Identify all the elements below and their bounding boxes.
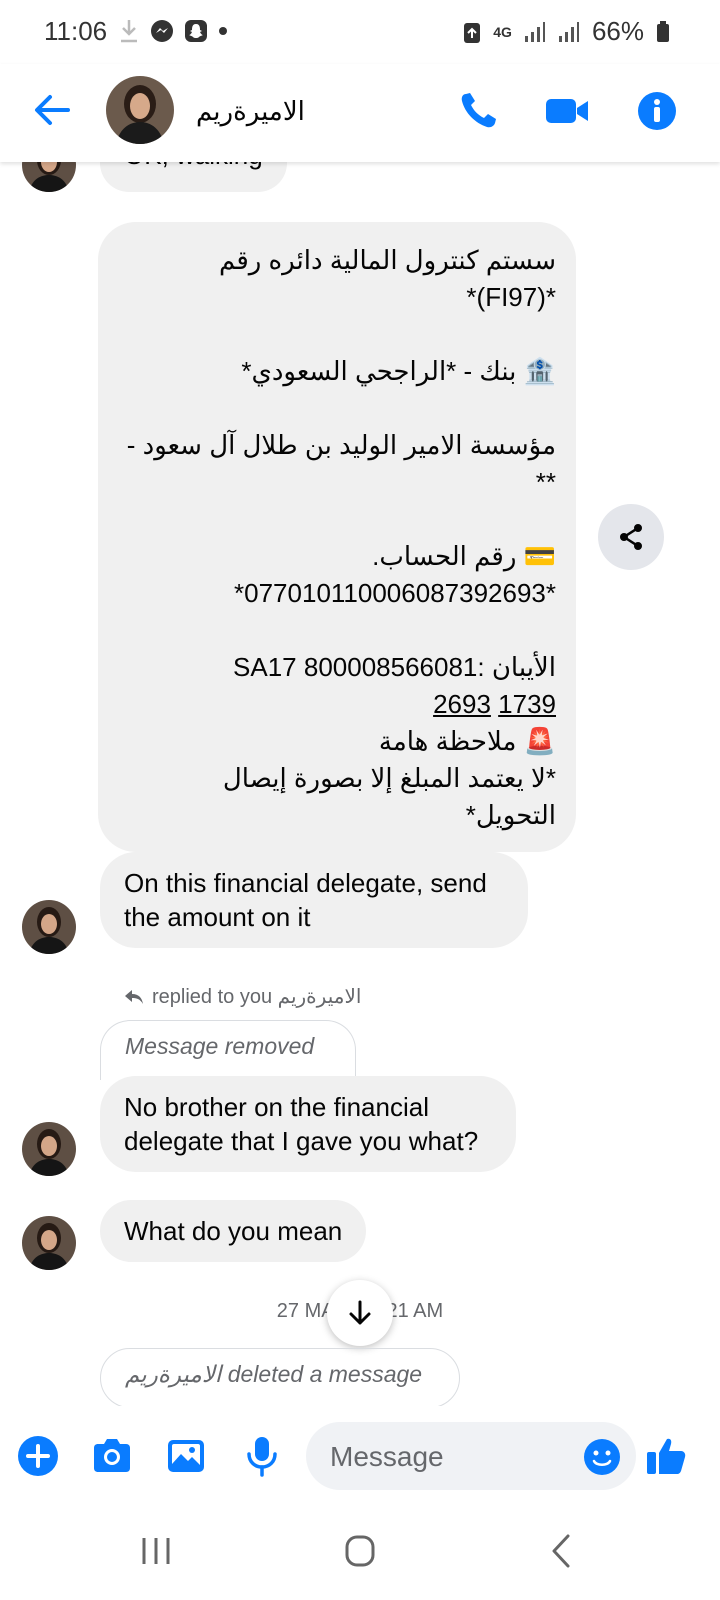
chat-header: الاميرةريم <box>0 64 720 162</box>
message-input[interactable] <box>328 1422 562 1492</box>
plus-icon[interactable] <box>16 1434 60 1478</box>
reply-indicator: replied to you الاميرةريم <box>124 984 361 1009</box>
message-text: No brother on the financial delegate tha… <box>124 1092 479 1156</box>
contact-name[interactable]: الاميرةريم <box>196 96 305 127</box>
message-text: What do you mean <box>124 1216 343 1246</box>
sender-avatar[interactable] <box>22 900 76 954</box>
emoji-icon[interactable] <box>582 1437 622 1477</box>
removed-message[interactable]: Message removed <box>100 1020 356 1080</box>
battery-percent: 66% <box>591 16 644 46</box>
sender-avatar[interactable] <box>22 1216 76 1270</box>
signal-icon-2 <box>558 21 579 42</box>
back-arrow-icon[interactable] <box>30 88 74 132</box>
message-list[interactable]: OK, walking سستم كنترول المالية دائره رق… <box>0 162 720 1406</box>
deleted-message[interactable]: الاميرةريم deleted a message <box>100 1348 460 1406</box>
iban-line: الأيبان :SA17 800008566081 <box>233 652 556 682</box>
status-notification-icons <box>118 18 228 44</box>
video-icon[interactable] <box>544 88 590 134</box>
iban-line-2: 1739 2693 <box>122 686 556 723</box>
message-bubble[interactable]: No brother on the financial delegate tha… <box>100 1076 516 1172</box>
iban-link[interactable]: 1739 <box>498 689 556 719</box>
sender-avatar[interactable] <box>22 162 76 192</box>
camera-icon[interactable] <box>90 1434 134 1478</box>
phone-icon[interactable] <box>456 88 502 134</box>
home-icon[interactable] <box>330 1526 390 1576</box>
info-icon[interactable] <box>634 88 680 134</box>
messenger-icon <box>151 20 173 42</box>
reply-text: replied to you الاميرةريم <box>152 986 362 1008</box>
arabic-line: مؤسسة الامير الوليد بن طلال آل سعود - <box>126 430 556 460</box>
arrow-down-icon <box>349 1300 371 1325</box>
message-composer <box>0 1406 720 1506</box>
download-icon <box>121 20 137 43</box>
message-text: OK, walking <box>124 162 263 170</box>
snapchat-icon <box>185 20 207 42</box>
signal-icon <box>524 21 545 42</box>
back-nav-icon[interactable] <box>532 1526 592 1576</box>
mic-icon[interactable] <box>240 1434 284 1478</box>
arabic-line: التحويل* <box>465 800 556 830</box>
battery-icon <box>657 20 669 42</box>
recents-icon[interactable] <box>126 1526 186 1576</box>
removed-text: Message removed <box>125 1033 315 1059</box>
vpn-icon <box>464 22 481 43</box>
message-bubble[interactable]: On this financial delegate, send the amo… <box>100 852 528 948</box>
arabic-line: ** <box>535 467 556 497</box>
message-bubble[interactable]: OK, walking <box>100 162 287 192</box>
arabic-line: 🚨 ملاحظة هامة <box>378 726 556 756</box>
arabic-line: *لا يعتمد المبلغ إلا بصورة إيصال <box>222 763 556 793</box>
deleted-text: الاميرةريم deleted a message <box>125 1361 423 1387</box>
share-button[interactable] <box>598 504 664 570</box>
status-bar: 11:06 4G 66% <box>0 0 720 64</box>
share-icon <box>620 524 642 550</box>
arabic-line: 💳 رقم الحساب. <box>372 541 556 571</box>
network-type: 4G <box>493 23 512 40</box>
reply-icon <box>125 989 143 1004</box>
message-bubble[interactable]: What do you mean <box>100 1200 367 1262</box>
status-system-icons: 4G 66% <box>463 16 670 47</box>
sender-avatar[interactable] <box>22 1122 76 1176</box>
image-icon[interactable] <box>164 1434 208 1478</box>
arabic-line: 🏦 بنك - *الراجحي السعودي* <box>241 356 556 386</box>
more-notifications-icon <box>219 27 227 35</box>
system-nav-bar <box>0 1506 720 1600</box>
message-bubble-arabic[interactable]: سستم كنترول المالية دائره رقم *(FI97)* 🏦… <box>98 222 576 852</box>
status-time: 11:06 <box>44 16 108 46</box>
iban-link[interactable]: 2693 <box>433 689 491 719</box>
arabic-line: *(FI97)* <box>466 282 556 312</box>
account-number[interactable]: *077010110006087392693* <box>122 575 556 612</box>
message-input-container[interactable] <box>306 1422 636 1492</box>
contact-avatar[interactable] <box>106 76 174 144</box>
scroll-to-bottom-button[interactable] <box>327 1280 393 1346</box>
thumbs-up-icon[interactable] <box>644 1434 688 1478</box>
message-text: On this financial delegate, send the amo… <box>124 868 487 932</box>
arabic-line: سستم كنترول المالية دائره رقم <box>219 245 556 275</box>
